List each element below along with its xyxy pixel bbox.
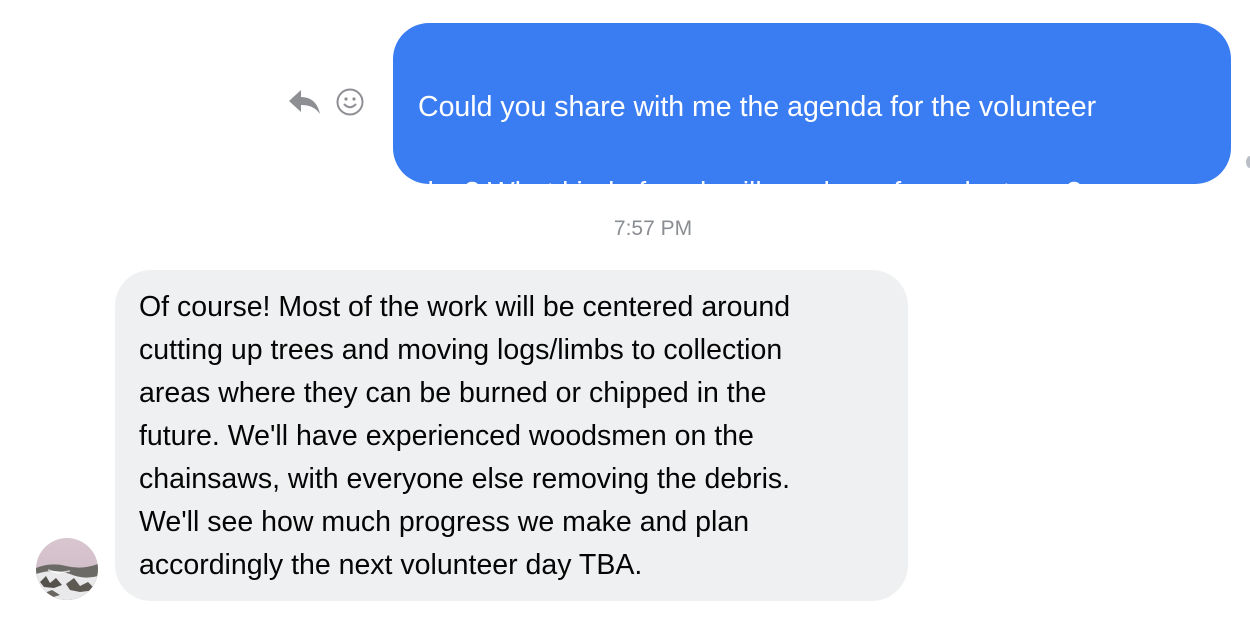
sender-avatar[interactable]	[36, 538, 98, 600]
incoming-message-line: Of course! Most of the work will be cent…	[139, 291, 791, 323]
incoming-message-line: accordingly the next volunteer day TBA.	[139, 549, 643, 581]
message-actions	[286, 84, 368, 120]
read-receipt-icon	[1246, 156, 1250, 168]
reply-icon	[289, 90, 320, 114]
incoming-message-line: cutting up trees and moving logs/limbs t…	[139, 334, 783, 366]
outgoing-message-line: day? What kind of work will you have for…	[418, 177, 1082, 209]
incoming-message-line: chainsaws, with everyone else removing t…	[139, 463, 791, 495]
incoming-message-line: future. We'll have experienced woodsmen …	[139, 420, 754, 452]
smiley-icon	[336, 88, 364, 116]
avatar-snowy-landscape-icon	[36, 538, 98, 600]
incoming-message-line: areas where they can be burned or chippe…	[139, 377, 767, 409]
messenger-conversation: Could you share with me the agenda for t…	[0, 0, 1250, 620]
incoming-message-bubble[interactable]: Of course! Most of the work will be cent…	[115, 270, 908, 601]
react-button[interactable]	[332, 84, 368, 120]
message-timestamp: 7:57 PM	[613, 217, 693, 240]
outgoing-message-bubble[interactable]: Could you share with me the agenda for t…	[393, 23, 1231, 295]
outgoing-message-line: Could you share with me the agenda for t…	[418, 91, 1097, 123]
reply-button[interactable]	[286, 84, 322, 120]
incoming-message-line: We'll see how much progress we make and …	[139, 506, 750, 538]
